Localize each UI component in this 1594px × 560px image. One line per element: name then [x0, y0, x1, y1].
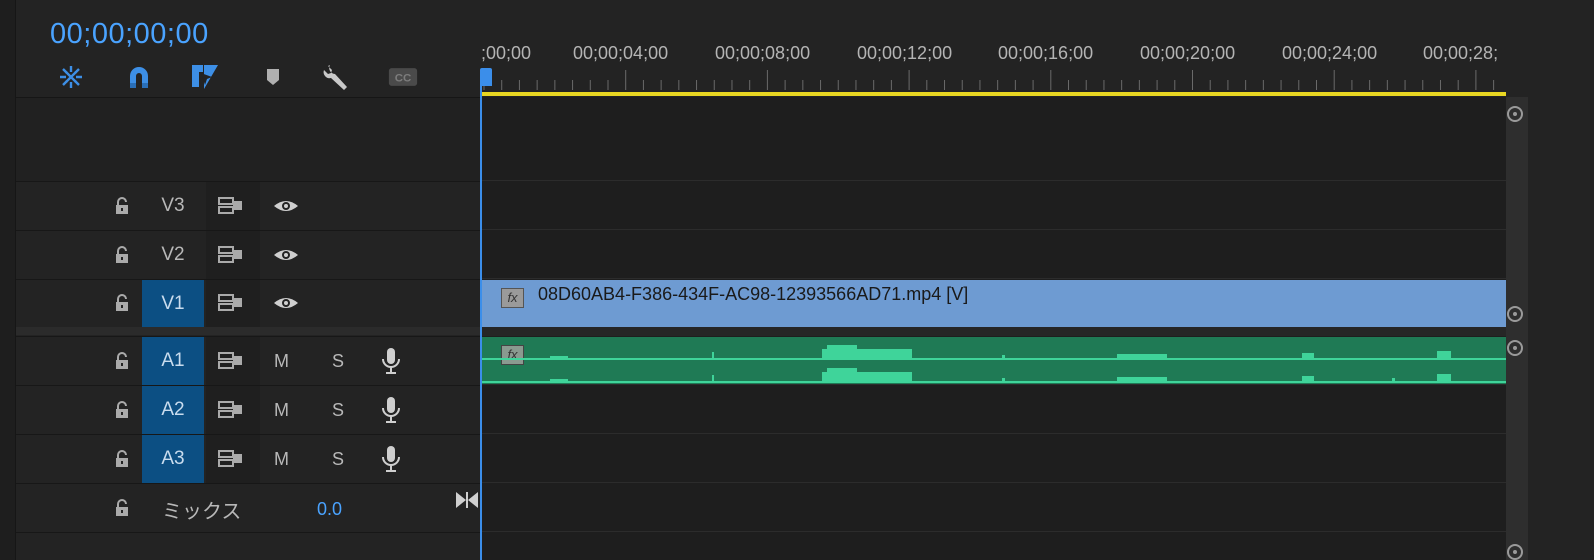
add-marker-icon[interactable] [258, 62, 288, 92]
track-name-v2[interactable]: V2 [142, 231, 204, 279]
vertical-zoom-scrollbar[interactable] [1506, 97, 1528, 560]
playhead-handle[interactable] [480, 68, 492, 86]
ruler-label: 00;00;08;00 [715, 43, 811, 63]
fx-badge[interactable]: fx [501, 288, 524, 308]
track-name-a2[interactable]: A2 [142, 386, 204, 434]
time-ruler[interactable]: ;00;00 00;00;04;00 00;00;08;00 00;00;12;… [480, 0, 1506, 97]
track-header-v1[interactable]: V1 [16, 279, 480, 328]
lane-divider [480, 229, 1506, 230]
track-header-footer [16, 532, 480, 560]
solo-button[interactable]: S [332, 400, 344, 421]
ruler-label: 00;00;20;00 [1140, 43, 1236, 63]
eye-toggle-icon[interactable] [272, 293, 300, 313]
audio-clip[interactable]: fx [482, 337, 1506, 384]
track-header-a1[interactable]: A1 M S [16, 336, 480, 386]
ruler-label: 00;00;04;00 [573, 43, 669, 63]
track-header-v2[interactable]: V2 [16, 230, 480, 280]
eye-toggle-icon[interactable] [272, 245, 300, 265]
microphone-icon[interactable] [380, 445, 402, 473]
linked-selection-icon[interactable] [190, 62, 220, 92]
lane-divider [480, 482, 1506, 483]
lane-divider [480, 384, 1506, 385]
track-header-a3[interactable]: A3 M S [16, 434, 480, 484]
track-header-spacer [16, 97, 480, 182]
video-audio-divider[interactable] [480, 327, 1506, 336]
audio-waveform [482, 345, 1506, 383]
ruler-label: 00;00;12;00 [857, 43, 953, 63]
bowtie-channel-icon[interactable] [454, 490, 480, 510]
lock-open-icon[interactable] [112, 498, 132, 518]
header-divider[interactable] [16, 327, 480, 335]
mix-track-label: ミックス [162, 501, 242, 523]
video-clip[interactable]: fx 08D60AB4-F386-434F-AC98-12393566AD71.… [482, 280, 1506, 327]
track-header-a2[interactable]: A2 M S [16, 385, 480, 435]
sync-lock-icon[interactable] [218, 400, 244, 420]
lock-open-icon[interactable] [112, 400, 132, 420]
scroll-handle-top[interactable] [1507, 106, 1523, 122]
lock-open-icon[interactable] [112, 351, 132, 371]
mute-button[interactable]: M [274, 400, 289, 421]
work-area-bar[interactable] [480, 92, 1506, 96]
scroll-handle-video-bottom[interactable] [1507, 306, 1523, 322]
track-name-v3[interactable]: V3 [142, 182, 204, 230]
lane-divider [480, 433, 1506, 434]
ruler-label: ;00;00 [481, 43, 532, 63]
microphone-icon[interactable] [380, 396, 402, 424]
scroll-handle-audio-top[interactable] [1507, 340, 1523, 356]
snap-magnet-icon[interactable] [124, 62, 154, 92]
sync-lock-icon[interactable] [218, 293, 244, 313]
track-header-v3[interactable]: V3 [16, 181, 480, 231]
ruler-label: 00;00;28; [1423, 43, 1499, 63]
clip-name: 08D60AB4-F386-434F-AC98-12393566AD71.mp4… [538, 284, 969, 304]
lane-divider [480, 278, 1506, 279]
ruler-label: 00;00;16;00 [998, 43, 1094, 63]
microphone-icon[interactable] [380, 347, 402, 375]
lock-open-icon[interactable] [112, 196, 132, 216]
sync-lock-icon[interactable] [218, 449, 244, 469]
track-name-v1[interactable]: V1 [142, 280, 204, 327]
scroll-handle-audio-bottom[interactable] [1507, 544, 1523, 560]
timecode-display[interactable]: 00;00;00;00 [50, 18, 209, 51]
lock-open-icon[interactable] [112, 245, 132, 265]
eye-toggle-icon[interactable] [272, 196, 300, 216]
track-name-a1[interactable]: A1 [142, 337, 204, 385]
svg-text:CC: CC [395, 72, 412, 84]
mute-button[interactable]: M [274, 351, 289, 372]
solo-button[interactable]: S [332, 351, 344, 372]
mix-volume-value[interactable]: 0.0 [317, 499, 342, 520]
wrench-settings-icon[interactable] [322, 62, 352, 92]
panel-left-edge [0, 0, 16, 560]
nest-sequence-icon[interactable] [56, 62, 86, 92]
lock-open-icon[interactable] [112, 449, 132, 469]
captions-cc-icon[interactable]: CC [388, 62, 418, 92]
mute-button[interactable]: M [274, 449, 289, 470]
lane-divider [480, 180, 1506, 181]
sync-lock-icon[interactable] [218, 351, 244, 371]
track-header-mix[interactable]: ミックス 0.0 [16, 483, 480, 532]
solo-button[interactable]: S [332, 449, 344, 470]
playhead-line[interactable] [480, 70, 482, 560]
sync-lock-icon[interactable] [218, 196, 244, 216]
ruler-label: 00;00;24;00 [1282, 43, 1378, 63]
lock-open-icon[interactable] [112, 293, 132, 313]
sync-lock-icon[interactable] [218, 245, 244, 265]
lane-divider [480, 531, 1506, 532]
track-name-a3[interactable]: A3 [142, 435, 204, 483]
